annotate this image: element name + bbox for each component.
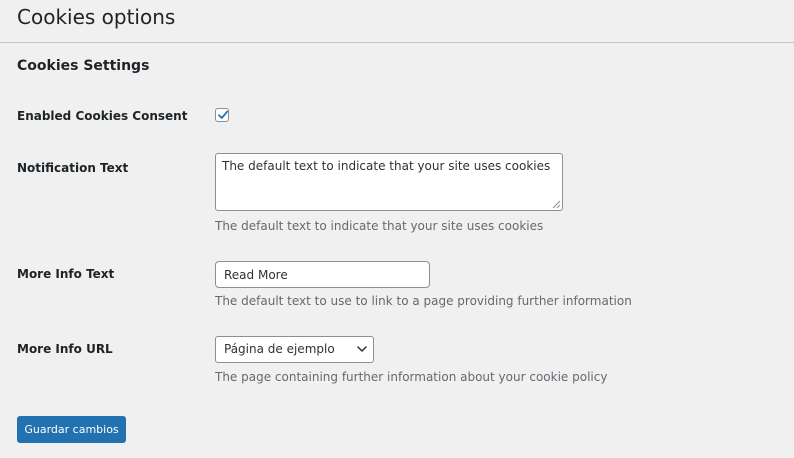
resize-grip-icon[interactable] (552, 200, 561, 209)
more-info-text-description: The default text to use to link to a pag… (215, 294, 632, 308)
more-info-text-input[interactable] (215, 261, 430, 288)
title-divider (0, 42, 794, 43)
notification-text-label: Notification Text (17, 161, 129, 175)
save-changes-button[interactable]: Guardar cambios (17, 416, 126, 443)
more-info-text-label: More Info Text (17, 267, 115, 281)
more-info-url-description: The page containing further information … (215, 370, 608, 384)
notification-text-field[interactable]: The default text to indicate that your s… (215, 153, 563, 211)
page-title: Cookies options (17, 5, 176, 29)
more-info-url-selected: Página de ejemplo (224, 342, 335, 356)
more-info-url-label: More Info URL (17, 342, 113, 356)
chevron-down-icon (357, 346, 367, 352)
settings-page: Cookies options Cookies Settings Enabled… (0, 0, 794, 458)
notification-text-description: The default text to indicate that your s… (215, 219, 544, 233)
enabled-cookies-checkbox[interactable] (215, 108, 229, 122)
enabled-cookies-label: Enabled Cookies Consent (17, 109, 188, 123)
section-title: Cookies Settings (17, 58, 150, 74)
checkmark-icon (218, 110, 229, 119)
more-info-url-select[interactable]: Página de ejemplo (215, 336, 374, 363)
